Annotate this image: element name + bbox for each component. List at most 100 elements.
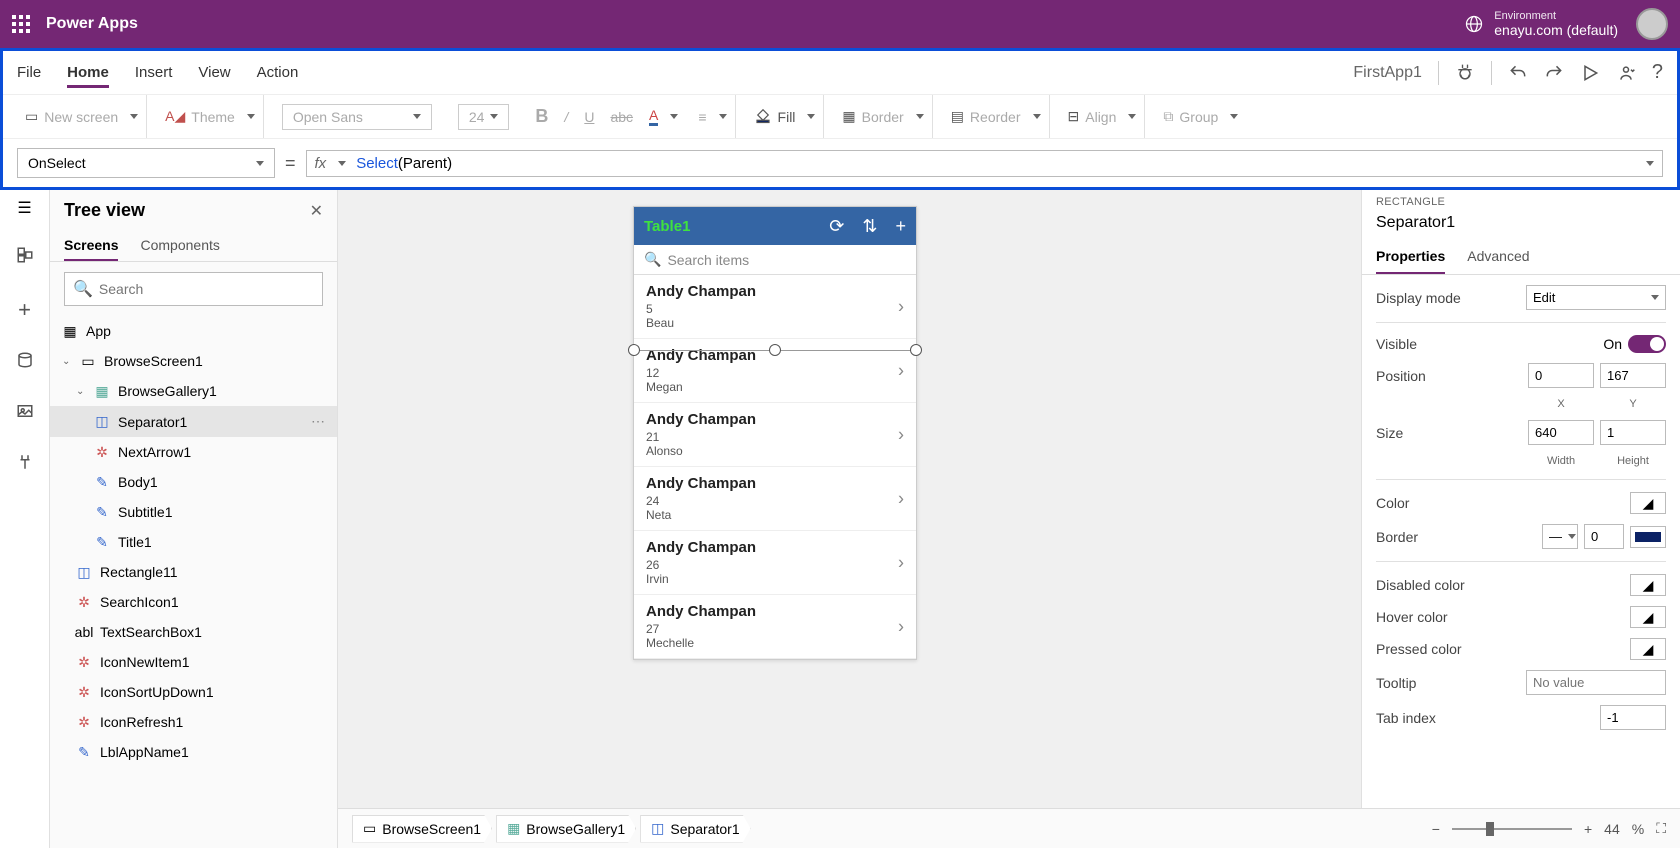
selection-handles[interactable] xyxy=(627,350,923,351)
tree-item-lblappname[interactable]: ✎LblAppName1 xyxy=(50,737,337,767)
tree-item-iconnewitem[interactable]: ✲IconNewItem1 xyxy=(50,647,337,677)
tree-item-separator[interactable]: ◫Separator1⋯ xyxy=(50,406,337,437)
tree-item-subtitle[interactable]: ✎Subtitle1 xyxy=(50,497,337,527)
breadcrumb-separator[interactable]: ◫Separator1 xyxy=(640,815,751,843)
formula-args: (Parent) xyxy=(398,155,452,172)
bold-icon[interactable]: B xyxy=(535,106,548,127)
tree-view-icon[interactable] xyxy=(16,246,34,269)
canvas[interactable]: Table1 ⟳ ⇅ + 🔍 Search items Andy Champan… xyxy=(338,190,1362,848)
breadcrumb-gallery[interactable]: ▦BrowseGallery1 xyxy=(496,815,636,843)
gallery-item[interactable]: Andy Champan 5 Beau › xyxy=(634,275,916,339)
phone-search[interactable]: 🔍 Search items xyxy=(634,245,916,275)
chevron-right-icon[interactable]: › xyxy=(898,296,904,317)
zoom-in-icon[interactable]: + xyxy=(1584,821,1592,837)
tree-item-title[interactable]: ✎Title1 xyxy=(50,527,337,557)
border-width-input[interactable] xyxy=(1584,524,1624,549)
redo-icon[interactable] xyxy=(1544,63,1564,83)
refresh-icon[interactable]: ⟳ xyxy=(829,216,844,237)
font-size-dropdown[interactable]: 24 xyxy=(458,104,510,130)
tree-item-app[interactable]: ▦App xyxy=(50,316,337,346)
menu-action[interactable]: Action xyxy=(257,64,299,81)
tree-search-input[interactable] xyxy=(99,281,314,297)
border-button[interactable]: Border xyxy=(862,109,904,125)
tree-item-browsegallery[interactable]: ⌄▦BrowseGallery1 xyxy=(50,376,337,406)
display-mode-dropdown[interactable]: Edit xyxy=(1526,285,1666,310)
group-button[interactable]: Group xyxy=(1179,109,1218,125)
gallery-item[interactable]: Andy Champan 27 Mechelle › xyxy=(634,595,916,659)
color-swatch[interactable]: ◢ xyxy=(1630,492,1666,514)
text-align-icon[interactable]: ≡ xyxy=(684,109,706,125)
align-button[interactable]: Align xyxy=(1085,109,1116,125)
gallery-item[interactable]: Andy Champan 24 Neta › xyxy=(634,467,916,531)
tooltip-input[interactable] xyxy=(1526,670,1666,695)
disabled-color-swatch[interactable]: ◢ xyxy=(1630,574,1666,596)
tree-item-body[interactable]: ✎Body1 xyxy=(50,467,337,497)
help-icon[interactable]: ? xyxy=(1652,61,1663,84)
zoom-out-icon[interactable]: − xyxy=(1432,821,1440,837)
menu-home[interactable]: Home xyxy=(67,64,109,88)
menu-view[interactable]: View xyxy=(198,64,230,81)
environment-value[interactable]: enayu.com (default) xyxy=(1494,22,1618,38)
chevron-right-icon[interactable]: › xyxy=(898,424,904,445)
tab-advanced[interactable]: Advanced xyxy=(1467,240,1529,274)
data-icon[interactable] xyxy=(16,351,34,374)
fit-icon[interactable]: ⛶ xyxy=(1656,820,1666,837)
tree-item-nextarrow[interactable]: ✲NextArrow1 xyxy=(50,437,337,467)
tab-screens[interactable]: Screens xyxy=(64,231,118,261)
chevron-right-icon[interactable]: › xyxy=(898,488,904,509)
menu-file[interactable]: File xyxy=(17,64,41,81)
tools-icon[interactable] xyxy=(16,453,34,476)
tab-properties[interactable]: Properties xyxy=(1376,240,1445,274)
media-icon[interactable] xyxy=(16,402,34,425)
tree-item-iconrefresh[interactable]: ✲IconRefresh1 xyxy=(50,707,337,737)
zoom-slider[interactable] xyxy=(1452,828,1572,830)
play-icon[interactable] xyxy=(1580,63,1600,83)
waffle-icon[interactable] xyxy=(12,15,30,33)
pressed-color-swatch[interactable]: ◢ xyxy=(1630,638,1666,660)
tree-item-rectangle[interactable]: ◫Rectangle11 xyxy=(50,557,337,587)
tree-item-searchicon[interactable]: ✲SearchIcon1 xyxy=(50,587,337,617)
position-y-input[interactable] xyxy=(1600,363,1666,388)
hover-color-swatch[interactable]: ◢ xyxy=(1630,606,1666,628)
reorder-button[interactable]: Reorder xyxy=(970,109,1021,125)
undo-icon[interactable] xyxy=(1508,63,1528,83)
visible-toggle[interactable] xyxy=(1628,335,1666,353)
formula-input[interactable]: fx Select(Parent) xyxy=(306,150,1663,177)
close-icon[interactable]: ✕ xyxy=(310,201,323,221)
border-color-swatch[interactable] xyxy=(1630,526,1666,548)
strike-icon[interactable]: abc xyxy=(600,109,643,125)
position-x-input[interactable] xyxy=(1528,363,1594,388)
insert-icon[interactable]: + xyxy=(18,297,31,323)
more-icon[interactable]: ⋯ xyxy=(311,413,325,430)
gallery-item[interactable]: Andy Champan 26 Irvin › xyxy=(634,531,916,595)
theme-button[interactable]: Theme xyxy=(191,109,235,125)
fill-button[interactable]: Fill xyxy=(778,109,796,125)
gallery-item[interactable]: Andy Champan 21 Alonso › xyxy=(634,403,916,467)
add-icon[interactable]: + xyxy=(895,216,906,237)
hamburger-icon[interactable]: ☰ xyxy=(17,198,31,218)
tab-components[interactable]: Components xyxy=(140,231,219,261)
menu-insert[interactable]: Insert xyxy=(135,64,173,81)
sort-icon[interactable]: ⇅ xyxy=(862,216,877,237)
italic-icon[interactable]: / xyxy=(554,109,578,125)
height-input[interactable] xyxy=(1600,420,1666,445)
border-style-dropdown[interactable]: — xyxy=(1542,524,1578,549)
tree-item-textsearchbox[interactable]: ablTextSearchBox1 xyxy=(50,617,337,647)
underline-icon[interactable]: U xyxy=(584,109,594,125)
chevron-right-icon[interactable]: › xyxy=(898,616,904,637)
chevron-right-icon[interactable]: › xyxy=(898,360,904,381)
user-avatar[interactable] xyxy=(1636,8,1668,40)
width-input[interactable] xyxy=(1528,420,1594,445)
tabindex-input[interactable] xyxy=(1600,705,1666,730)
font-color-icon[interactable]: A xyxy=(649,107,658,126)
tree-item-browsescreen[interactable]: ⌄▭BrowseScreen1 xyxy=(50,346,337,376)
font-dropdown[interactable]: Open Sans xyxy=(282,104,432,130)
chevron-right-icon[interactable]: › xyxy=(898,552,904,573)
breadcrumb-screen[interactable]: ▭BrowseScreen1 xyxy=(352,815,492,843)
tree-item-iconsortupdown[interactable]: ✲IconSortUpDown1 xyxy=(50,677,337,707)
property-dropdown[interactable]: OnSelect xyxy=(17,148,275,178)
share-icon[interactable] xyxy=(1616,63,1636,83)
app-checker-icon[interactable] xyxy=(1455,63,1475,83)
tree-search[interactable]: 🔍 xyxy=(64,272,323,306)
new-screen-button[interactable]: New screen xyxy=(44,109,118,125)
